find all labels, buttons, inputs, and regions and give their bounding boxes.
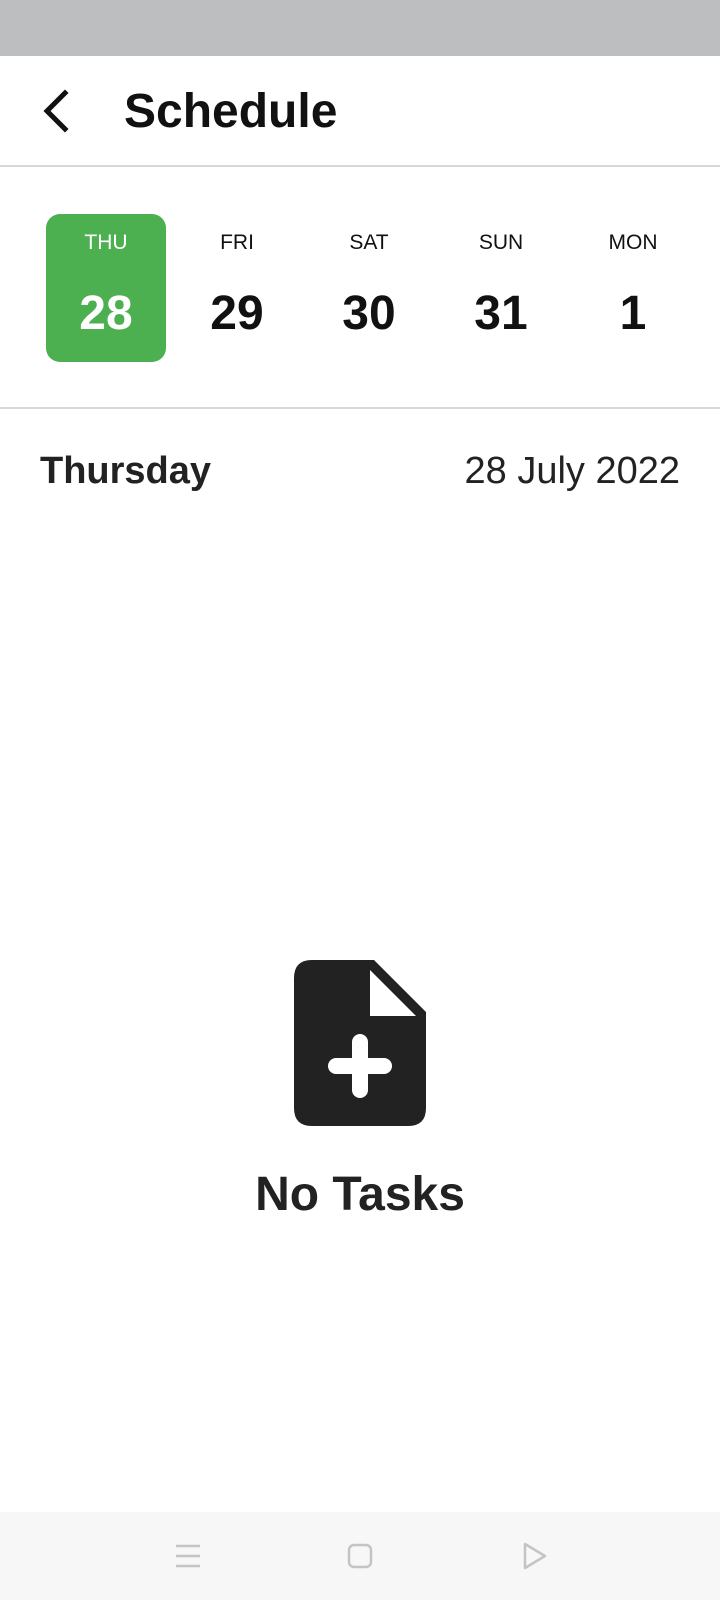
day-of-week-label: SAT: [349, 231, 389, 254]
selected-date-row: Thursday 28 July 2022: [0, 440, 720, 500]
menu-icon: [176, 1544, 200, 1568]
home-button[interactable]: [336, 1532, 384, 1580]
day-of-week-label: THU: [84, 231, 128, 254]
recent-apps-button[interactable]: [164, 1532, 212, 1580]
full-date-label: 28 July 2022: [464, 450, 681, 492]
system-nav-bar: [0, 1512, 720, 1600]
day-item-sat[interactable]: SAT 30: [309, 214, 429, 362]
day-of-week-label: MON: [608, 231, 658, 254]
day-of-week-label: SUN: [478, 231, 524, 254]
back-triangle-icon: [523, 1542, 547, 1570]
empty-state-text: No Tasks: [255, 1168, 465, 1221]
day-item-mon[interactable]: MON 1: [573, 214, 693, 362]
app-bar: Schedule: [0, 56, 720, 167]
day-number: 28: [79, 287, 133, 340]
back-button[interactable]: [28, 80, 84, 142]
day-item-thu[interactable]: THU 28: [46, 214, 166, 362]
day-number: 1: [619, 287, 647, 340]
day-number: 29: [210, 287, 264, 340]
weekday-label: Thursday: [40, 450, 212, 492]
home-square-icon: [347, 1543, 373, 1569]
day-of-week-label: FRI: [220, 231, 254, 254]
day-item-fri[interactable]: FRI 29: [177, 214, 297, 362]
page-title: Schedule: [124, 85, 338, 138]
day-number: 30: [342, 287, 396, 340]
chevron-left-icon: [43, 89, 69, 133]
add-document-icon[interactable]: [292, 958, 428, 1128]
day-strip: THU 28 FRI 29 SAT 30 SUN 31 MON 1: [0, 167, 720, 409]
status-bar: [0, 0, 720, 56]
day-item-sun[interactable]: SUN 31: [441, 214, 561, 362]
day-number: 31: [474, 287, 528, 340]
empty-state: No Tasks: [0, 958, 720, 1223]
system-back-button[interactable]: [510, 1532, 558, 1580]
